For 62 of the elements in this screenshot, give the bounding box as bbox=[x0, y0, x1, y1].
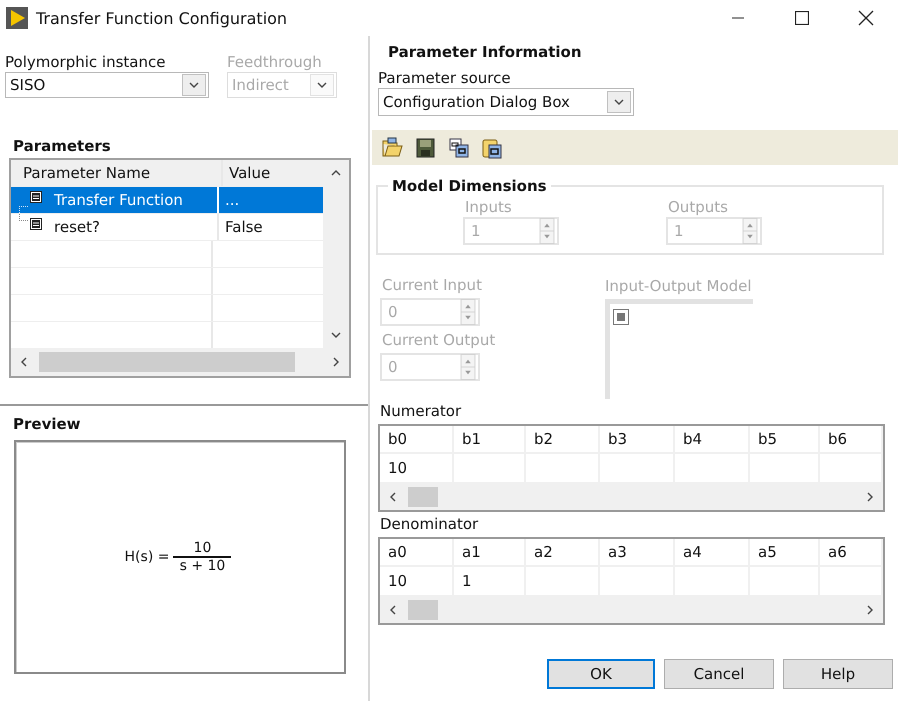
column-header: a5 bbox=[750, 539, 820, 567]
formula-text: H(s) = bbox=[124, 549, 170, 565]
spinner-arrows-icon bbox=[539, 218, 555, 244]
section-title: Parameters bbox=[13, 136, 112, 156]
tree-item[interactable]: Transfer Function bbox=[11, 187, 219, 213]
horizontal-scrollbar[interactable] bbox=[380, 484, 883, 510]
horizontal-scrollbar[interactable] bbox=[11, 348, 349, 376]
section-title: Preview bbox=[13, 414, 82, 434]
parameter-icon bbox=[30, 218, 42, 230]
spinner-arrows-icon bbox=[460, 299, 476, 325]
field-label: Inputs bbox=[464, 197, 513, 217]
column-header: b5 bbox=[750, 426, 820, 454]
horizontal-scrollbar[interactable] bbox=[380, 597, 883, 623]
copy-icon bbox=[448, 136, 470, 158]
field-label: Input-Output Model bbox=[605, 276, 753, 296]
dialog-button[interactable]: OK bbox=[547, 659, 655, 689]
spinner-arrows-icon bbox=[460, 354, 476, 380]
dialog-button[interactable]: Help bbox=[783, 659, 893, 689]
column-header: a1 bbox=[454, 539, 526, 567]
folder-icon bbox=[382, 136, 404, 158]
column-header: b4 bbox=[675, 426, 750, 454]
column-header: a0 bbox=[380, 539, 454, 567]
column-header: b2 bbox=[526, 426, 600, 454]
clipboard-icon bbox=[481, 136, 503, 158]
save-icon bbox=[415, 136, 437, 158]
field-label: Polymorphic instance bbox=[5, 52, 166, 72]
denominator-text: s + 10 bbox=[180, 558, 226, 574]
column-header: a6 bbox=[820, 539, 883, 567]
column-header: a3 bbox=[600, 539, 675, 567]
app-icon bbox=[6, 7, 28, 29]
field-label: Parameter source bbox=[378, 68, 512, 88]
field-label: Outputs bbox=[667, 197, 729, 217]
table-cell-text: ... bbox=[224, 190, 240, 211]
field-label: Numerator bbox=[380, 401, 462, 421]
numerator-text: 10 bbox=[194, 540, 212, 556]
field-label: Current Input bbox=[381, 275, 483, 295]
section-title: Parameter Information bbox=[388, 42, 583, 62]
column-header: b6 bbox=[820, 426, 883, 454]
column-header: b3 bbox=[600, 426, 675, 454]
cell-icon bbox=[613, 309, 629, 325]
dialog-button[interactable]: Cancel bbox=[664, 659, 774, 689]
maximize-icon bbox=[795, 11, 809, 25]
scrollbar-thumb[interactable] bbox=[408, 487, 438, 507]
field-label: Current Output bbox=[381, 330, 496, 350]
field-label: Feedthrough bbox=[227, 52, 323, 72]
scrollbar-thumb[interactable] bbox=[408, 600, 438, 620]
close-icon bbox=[858, 10, 874, 26]
table-cell-text: False bbox=[224, 217, 264, 238]
column-header[interactable]: Value bbox=[223, 160, 323, 186]
vertical-scrollbar[interactable] bbox=[323, 160, 349, 348]
window-title: Transfer Function Configuration bbox=[36, 8, 288, 28]
column-header: b1 bbox=[454, 426, 526, 454]
column-header: a4 bbox=[675, 539, 750, 567]
column-header: b0 bbox=[380, 426, 454, 454]
spinner-arrows-icon bbox=[742, 218, 758, 244]
field-label: Denominator bbox=[380, 514, 480, 534]
source-dropdown[interactable]: Configuration Dialog Box bbox=[378, 88, 634, 116]
instance-dropdown[interactable]: SISO bbox=[5, 72, 209, 98]
scrollbar-thumb[interactable] bbox=[39, 352, 295, 372]
tree-item[interactable]: reset? bbox=[11, 214, 219, 240]
parameter-icon bbox=[30, 191, 42, 203]
column-header: a2 bbox=[526, 539, 600, 567]
